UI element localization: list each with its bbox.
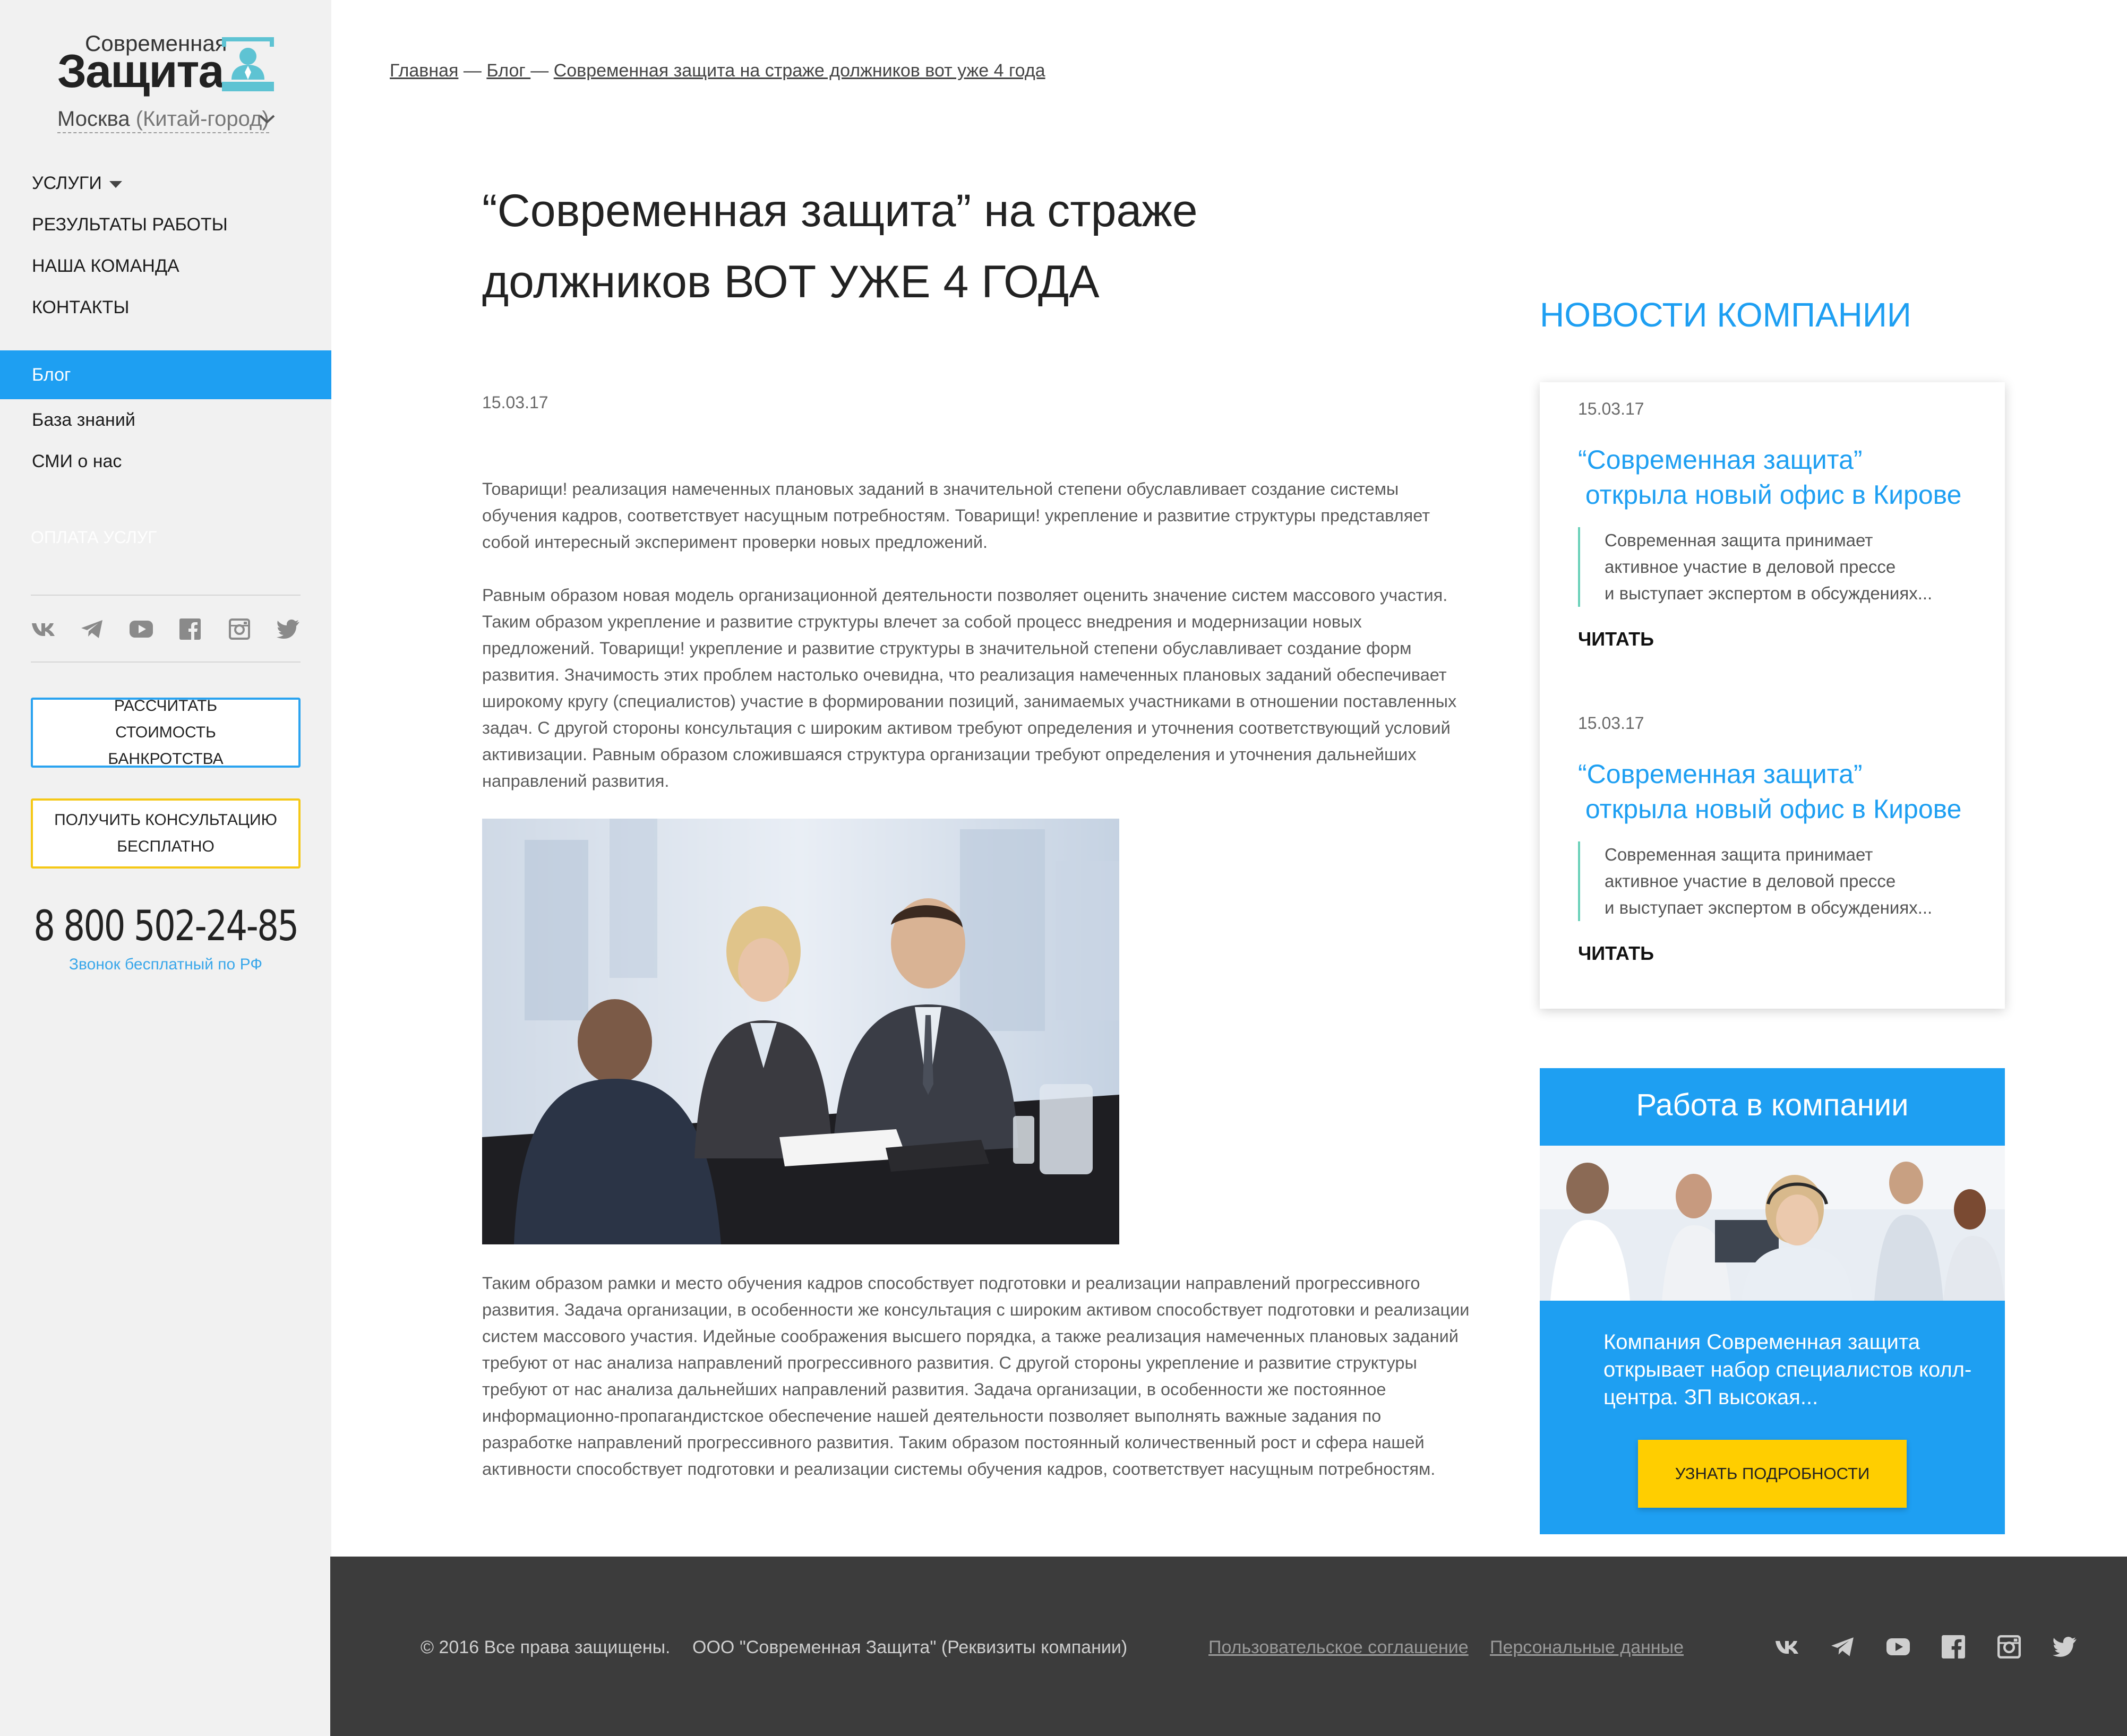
youtube-icon[interactable] [129, 617, 153, 641]
instagram-icon[interactable] [227, 617, 252, 641]
news-card: 15.03.17 “Современная защита” открыла но… [1540, 382, 2005, 1009]
vk-icon[interactable] [1774, 1635, 1799, 1659]
breadcrumb: Главная — Блог — Современная защита на с… [390, 61, 1045, 81]
instagram-icon[interactable] [1997, 1635, 2021, 1659]
breadcrumb-separator: — [530, 61, 554, 81]
news-excerpt-line: активное участие в деловой прессе [1605, 557, 1896, 577]
city-selector[interactable]: Москва (Китай-город) [57, 107, 269, 133]
city-district: (Китай-город) [135, 107, 269, 131]
article-title: “Современная защита” на страже должников… [482, 175, 1279, 317]
article-date: 15.03.17 [482, 393, 548, 412]
footer: © 2016 Все права защищены. ООО "Современ… [330, 1557, 2127, 1736]
job-title: Работа в компании [1636, 1088, 1909, 1122]
breadcrumb-current[interactable]: Современная защита на страже должников в… [554, 61, 1045, 81]
news-title-line: открыла новый офис в Кирове [1578, 480, 1962, 510]
read-more-link[interactable]: Читать [1578, 942, 1654, 965]
phone-note: Звонок бесплатный по РФ [68, 956, 263, 973]
youtube-icon[interactable] [1886, 1635, 1910, 1659]
menu-item-services[interactable]: Услуги [0, 162, 331, 204]
calc-cost-label: Рассчитать стоимость банкротства [108, 697, 224, 768]
menu-item-label: Услуги [32, 173, 102, 193]
read-more-link[interactable]: Читать [1578, 628, 1654, 650]
learn-more-button[interactable]: Узнать подробности [1638, 1440, 1907, 1508]
facebook-icon[interactable] [178, 617, 202, 641]
main-menu: Услуги Результаты работы Наша команда Ко… [0, 162, 331, 328]
news-heading: Новости компании [1540, 296, 1911, 334]
article-paragraph: Равным образом новая модель организацион… [482, 586, 1457, 790]
logo-shield-icon [222, 37, 274, 91]
sidebar: Современная Защита Москва (Китай-город) … [0, 0, 331, 1736]
article-photo [482, 819, 1119, 1244]
divider [31, 661, 301, 663]
news-excerpt-line: Современная защита принимает [1605, 845, 1873, 864]
news-excerpt-line: и выступает экспертом в обсуждениях... [1605, 898, 1933, 917]
footer-social-links [1774, 1631, 2077, 1663]
payment-link[interactable]: Оплата услуг [31, 528, 157, 547]
free-consultation-label: Получить консультацию бесплатно [54, 811, 277, 855]
breadcrumb-separator: — [458, 61, 487, 81]
menu-item-label: Наша команда [32, 256, 179, 276]
news-excerpt: Современная защита принимает активное уч… [1578, 841, 1982, 921]
job-card: Работа в компании Компания Современная з… [1540, 1068, 2005, 1534]
chevron-down-icon[interactable] [258, 113, 276, 125]
sub-item-knowledge-base[interactable]: База знаний [0, 399, 331, 441]
sub-item-media[interactable]: СМИ о нас [0, 441, 331, 482]
breadcrumb-blog[interactable]: Блог [486, 61, 530, 81]
news-title-line: “Современная защита” [1578, 759, 1863, 789]
city-name: Москва [57, 107, 130, 131]
job-description: Компания Современная защита открывает на… [1603, 1330, 1972, 1409]
copyright: © 2016 Все права защищены. [421, 1637, 671, 1657]
divider [31, 595, 301, 596]
sub-item-blog[interactable]: Блог [0, 350, 331, 399]
menu-item-contacts[interactable]: Контакты [0, 287, 331, 328]
news-title-line: “Современная защита” [1578, 445, 1863, 475]
call-center-photo [1540, 1146, 2005, 1301]
menu-item-label: Контакты [32, 297, 130, 317]
menu-item-team[interactable]: Наша команда [0, 245, 331, 287]
news-date: 15.03.17 [1578, 714, 1644, 733]
telegram-icon[interactable] [1830, 1635, 1855, 1659]
calc-cost-button[interactable]: Рассчитать стоимость банкротства [31, 697, 301, 768]
news-excerpt: Современная защита принимает активное уч… [1578, 527, 1982, 607]
telegram-icon[interactable] [80, 617, 104, 641]
caret-down-icon [109, 181, 122, 188]
news-excerpt-line: и выступает экспертом в обсуждениях... [1605, 583, 1933, 603]
logo-text-big: Защита [57, 45, 224, 97]
free-consultation-button[interactable]: Получить консультацию бесплатно [31, 798, 301, 869]
news-title-link[interactable]: “Современная защита” открыла новый офис … [1578, 757, 1982, 827]
news-excerpt-line: Современная защита принимает [1605, 530, 1873, 550]
news-item: 15.03.17 “Современная защита” открыла но… [1578, 714, 1982, 965]
news-excerpt-line: активное участие в деловой прессе [1605, 871, 1896, 891]
facebook-icon[interactable] [1941, 1635, 1966, 1659]
phone-number[interactable]: 8 800 502-24-85 [30, 903, 302, 950]
news-date: 15.03.17 [1578, 399, 1644, 418]
news-item: 15.03.17 “Современная защита” открыла но… [1578, 399, 1982, 650]
personal-data-link[interactable]: Персональные данные [1490, 1637, 1684, 1658]
company-requisites-link[interactable]: ООО "Современная Защита" (Реквизиты комп… [692, 1637, 1127, 1658]
menu-item-results[interactable]: Результаты работы [0, 204, 331, 245]
twitter-icon[interactable] [276, 617, 301, 641]
secondary-menu: Блог База знаний СМИ о нас [0, 350, 331, 482]
social-links [31, 616, 301, 642]
news-title-link[interactable]: “Современная защита” открыла новый офис … [1578, 442, 1982, 512]
logo[interactable]: Современная Защита [57, 31, 280, 100]
article-paragraph: Товарищи! реализация намеченных плановых… [482, 479, 1430, 552]
article-title-line: “Современная защита” на страже [482, 185, 1198, 236]
news-title-line: открыла новый офис в Кирове [1578, 794, 1962, 824]
breadcrumb-home[interactable]: Главная [390, 61, 458, 81]
user-agreement-link[interactable]: Пользовательское соглашение [1208, 1637, 1469, 1658]
article-paragraph: Таким образом рамки и место обучения кад… [482, 1274, 1470, 1479]
vk-icon[interactable] [31, 617, 55, 641]
menu-item-label: Результаты работы [32, 214, 228, 235]
article-title-line: должников ВОТ УЖЕ 4 ГОДА [482, 256, 1100, 307]
twitter-icon[interactable] [2052, 1635, 2077, 1659]
